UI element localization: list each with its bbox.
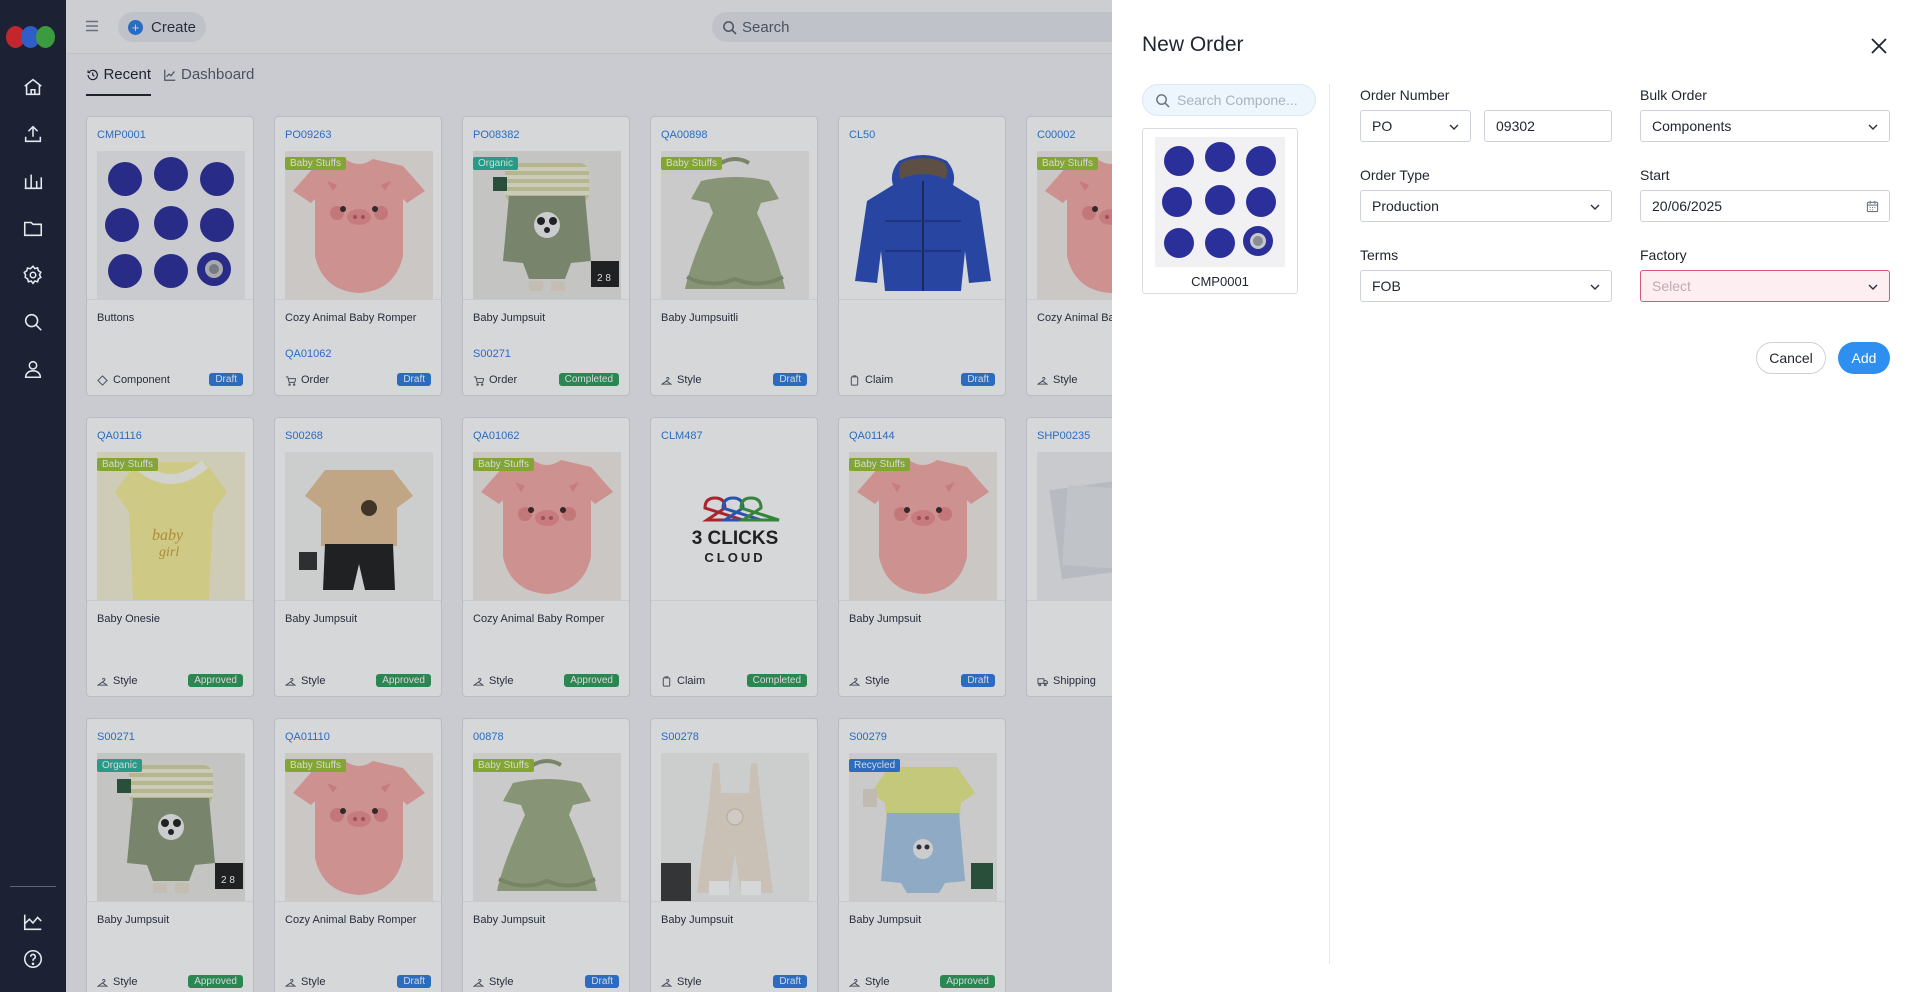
order-prefix-value: PO [1372,118,1393,134]
panel-divider [1329,84,1330,964]
sidebar [0,0,66,992]
order-number-input[interactable]: 09302 [1484,110,1612,142]
factory-label: Factory [1640,247,1687,263]
home-icon[interactable] [19,73,47,101]
chevron-down-icon [1868,284,1878,290]
start-label: Start [1640,167,1670,183]
modal-backdrop[interactable] [66,0,1112,992]
cancel-button[interactable]: Cancel [1756,342,1826,374]
chevron-down-icon [1868,124,1878,130]
close-icon[interactable] [1869,36,1889,56]
gear-icon[interactable] [19,261,47,289]
bulk-order-select[interactable]: Components [1640,110,1890,142]
sidebar-divider [10,886,56,887]
order-type-select[interactable]: Production [1360,190,1612,222]
search-icon [1156,93,1170,108]
component-search-input[interactable]: Search Compone... [1142,84,1316,116]
bar-chart-icon[interactable] [19,167,47,195]
component-card[interactable]: CMP0001 [1142,128,1298,294]
factory-placeholder: Select [1652,278,1691,294]
chevron-down-icon [1590,284,1600,290]
terms-value: FOB [1372,278,1401,294]
help-icon[interactable] [19,945,47,973]
terms-label: Terms [1360,247,1399,263]
calendar-icon[interactable] [1866,200,1879,213]
order-type-label: Order Type [1360,167,1430,183]
factory-select[interactable]: Select [1640,270,1890,302]
new-order-panel: New Order Search Compone... CMP0001 Orde… [1112,0,1915,992]
order-number-value: 09302 [1496,118,1535,134]
add-button[interactable]: Add [1838,342,1890,374]
app-logo[interactable] [6,26,58,48]
upload-icon[interactable] [19,120,47,148]
order-number-label: Order Number [1360,87,1450,103]
analytics-icon[interactable] [19,908,47,936]
bulk-order-label: Bulk Order [1640,87,1707,103]
start-date-value: 20/06/2025 [1652,198,1723,214]
user-icon[interactable] [19,355,47,383]
folder-icon[interactable] [19,214,47,242]
panel-title: New Order [1142,33,1244,56]
search-icon[interactable] [19,308,47,336]
component-image [1155,137,1285,267]
order-prefix-select[interactable]: PO [1360,110,1471,142]
chevron-down-icon [1590,204,1600,210]
component-search-placeholder: Search Compone... [1177,92,1298,108]
chevron-down-icon [1449,124,1459,130]
bulk-order-value: Components [1652,118,1732,134]
start-date-input[interactable]: 20/06/2025 [1640,190,1890,222]
order-type-value: Production [1372,198,1439,214]
terms-select[interactable]: FOB [1360,270,1612,302]
component-code: CMP0001 [1191,274,1249,289]
